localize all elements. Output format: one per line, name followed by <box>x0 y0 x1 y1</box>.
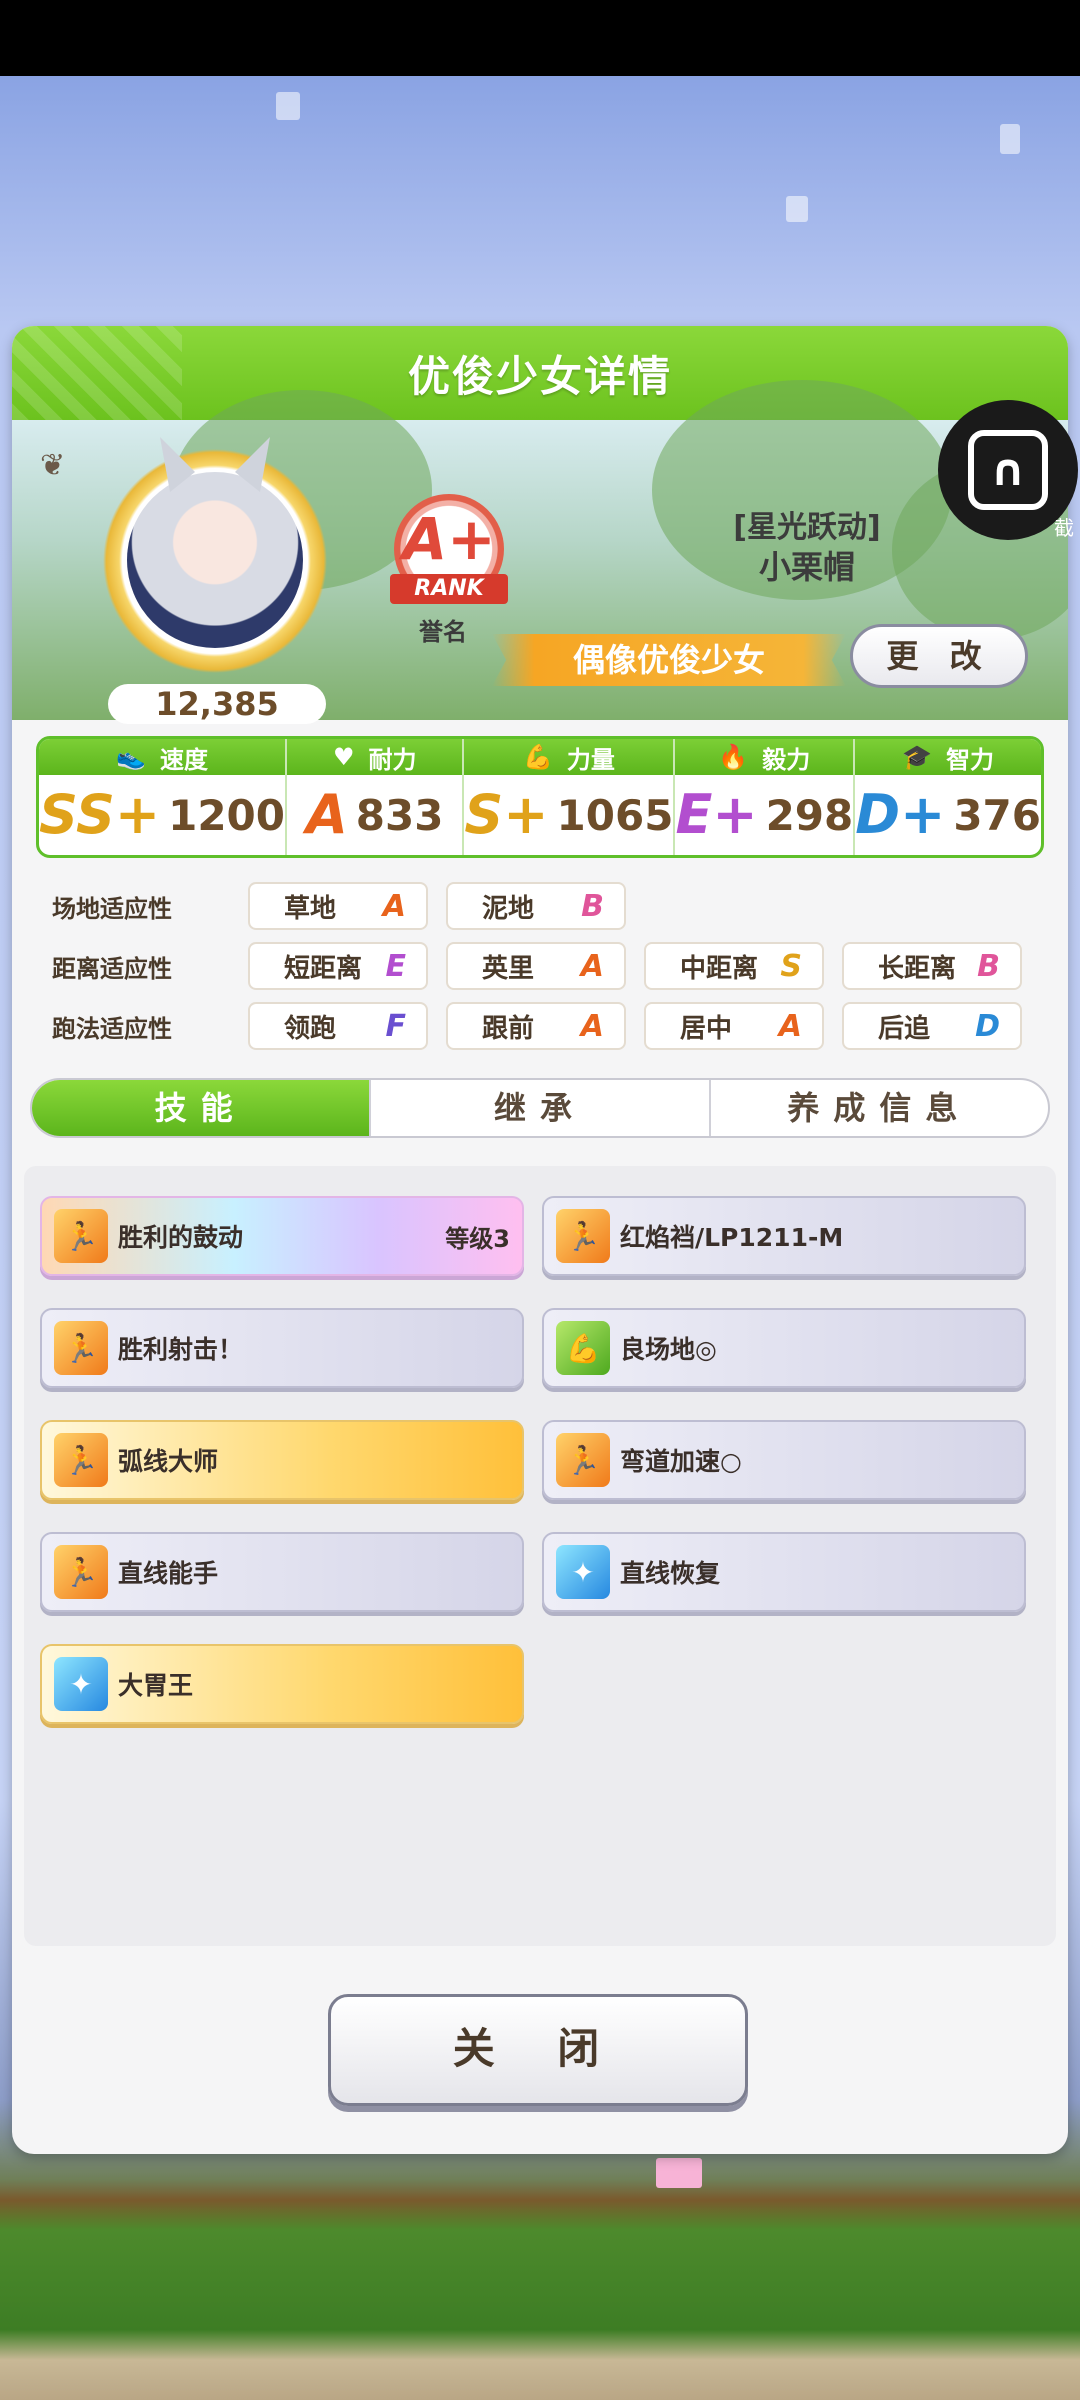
aptitude-cell: 泥地 B <box>446 882 626 930</box>
stat-grade: D+ <box>855 783 946 846</box>
skill-item[interactable]: 🏃 弯道加速○ <box>542 1420 1026 1500</box>
aptitude-label: 场地适应性 <box>52 894 172 923</box>
skill-name: 弧线大师 <box>118 1447 219 1476</box>
panel-title: 优俊少女详情 <box>407 351 672 401</box>
score-value: 12,385 <box>108 684 326 724</box>
change-button[interactable]: 更 改 <box>850 624 1028 688</box>
character-name: 小栗帽 <box>758 548 855 586</box>
stat-guts: 🔥 毅力 E+ 298 <box>675 739 856 855</box>
skill-item[interactable]: 🏃 胜利射击！ <box>40 1308 524 1388</box>
aptitude-cell: 草地 A <box>248 882 428 930</box>
tab-inheritance[interactable]: 继承 <box>369 1080 708 1136</box>
stat-grade: E+ <box>675 783 758 846</box>
stat-label: 力量 <box>566 745 615 774</box>
muscle-icon: 💪 <box>556 1321 610 1375</box>
panel-title-bar: 优俊少女详情 <box>12 326 1068 420</box>
skill-name: 胜利的鼓动 <box>118 1223 244 1252</box>
sparkle-icon: ✦ <box>556 1545 610 1599</box>
horseshoe-icon: ∩ <box>968 430 1048 510</box>
overlay-label: 截 <box>1054 516 1074 540</box>
stat-grade: S+ <box>464 783 549 846</box>
skill-name: 良场地◎ <box>620 1335 717 1364</box>
tab-skills[interactable]: 技能 <box>32 1080 370 1136</box>
stat-value: 376 <box>953 790 1041 840</box>
character-hero-section: ❦ 12,385 A+ RANK 誉名 [星光跃动] 小栗帽 偶像优俊少女 更 … <box>12 380 1068 724</box>
stat-speed: 👟 速度 SS+ 1200 <box>39 739 288 855</box>
stat-grade: A <box>305 783 348 846</box>
sparkle-decoration <box>1000 124 1020 154</box>
rank-badge: A+ RANK <box>390 494 508 604</box>
tab-training-info[interactable]: 养成信息 <box>708 1080 1048 1136</box>
runner-icon: 🏃 <box>54 1209 108 1263</box>
close-button[interactable]: 关 闭 <box>328 1994 748 2106</box>
skill-name: 胜利射击！ <box>118 1335 244 1364</box>
aptitude-cell: 后追 D <box>842 1002 1022 1050</box>
stat-value: 298 <box>765 790 854 840</box>
aptitude-cell: 中距离 S <box>644 942 824 990</box>
stat-label: 智力 <box>946 745 995 774</box>
sparkle-decoration <box>786 196 808 222</box>
aptitude-label: 距离适应性 <box>52 954 172 983</box>
skill-item[interactable]: 🏃 胜利的鼓动 等级3 <box>40 1196 524 1276</box>
character-epithet: [星光跃动] <box>733 510 881 545</box>
avatar[interactable] <box>127 472 303 648</box>
runner-icon: 🏃 <box>54 1321 108 1375</box>
runner-icon: 🏃 <box>54 1433 108 1487</box>
stat-value: 1065 <box>556 790 674 840</box>
sparkle-decoration <box>656 2158 702 2188</box>
skill-item[interactable]: 🏃 红焰裆/LP1211-M <box>542 1196 1026 1276</box>
carrot-icon: ❦ <box>40 448 66 483</box>
aptitude-cell: 英里 A <box>446 942 626 990</box>
runner-icon: 🏃 <box>556 1209 610 1263</box>
stat-power: 💪 力量 S+ 1065 <box>464 739 676 855</box>
rank-ribbon: RANK <box>390 574 508 604</box>
aptitude-cell: 长距离 B <box>842 942 1022 990</box>
aptitude-row-style: 跑法适应性 领跑 F 跟前 A 居中 A 后追 D <box>52 1001 1052 1051</box>
aptitude-label: 跑法适应性 <box>52 1014 172 1043</box>
aptitude-row-distance: 距离适应性 短距离 E 英里 A 中距离 S 长距离 B <box>52 941 1052 991</box>
skill-item[interactable]: 🏃 弧线大师 <box>40 1420 524 1500</box>
flame-icon: 🔥 <box>718 743 749 771</box>
skill-item[interactable]: ✦ 大胃王 <box>40 1644 524 1724</box>
runner-icon: 🏃 <box>556 1433 610 1487</box>
aptitude-cell: 居中 A <box>644 1002 824 1050</box>
shoe-icon: 👟 <box>116 743 146 771</box>
stat-value: 1200 <box>168 790 286 840</box>
stat-stamina: ♥ 耐力 A 833 <box>287 739 465 855</box>
skill-item[interactable]: 💪 良场地◎ <box>542 1308 1026 1388</box>
runner-icon: 🏃 <box>54 1545 108 1599</box>
stat-label: 耐力 <box>368 745 417 774</box>
aptitude-cell: 短距离 E <box>248 942 428 990</box>
stats-table: 👟 速度 SS+ 1200 ♥ 耐力 A 833 💪 力量 S+ 1065 🔥 毅力 E+ 29… <box>36 736 1044 858</box>
title-badge: 偶像优俊少女 <box>492 634 846 686</box>
honor-label: 誉名 <box>419 618 467 646</box>
stat-value: 833 <box>355 790 444 840</box>
aptitude-cell: 跟前 A <box>446 1002 626 1050</box>
muscle-icon: 💪 <box>522 743 553 771</box>
skill-name: 弯道加速○ <box>620 1447 742 1476</box>
skill-name: 直线恢复 <box>620 1559 721 1588</box>
skill-name: 大胃王 <box>118 1671 194 1700</box>
heart-icon: ♥ <box>332 743 355 771</box>
rank-letter: A+ <box>402 505 496 573</box>
horse-ears-icon <box>160 437 270 492</box>
aptitude-row-track: 场地适应性 草地 A 泥地 B <box>52 881 1052 931</box>
stat-label: 毅力 <box>762 745 811 774</box>
aptitude-cell: 领跑 F <box>248 1002 428 1050</box>
character-detail-panel: 优俊少女详情 ❦ 12,385 A+ RANK 誉名 [星光跃动] 小栗帽 偶像… <box>12 326 1068 2154</box>
skill-level: 等级3 <box>445 1224 510 1253</box>
graduation-cap-icon: 🎓 <box>902 743 933 771</box>
skill-name: 直线能手 <box>118 1559 219 1588</box>
sparkle-decoration <box>276 92 300 120</box>
stat-wisdom: 🎓 智力 D+ 376 <box>855 739 1041 855</box>
skill-item[interactable]: 🏃 直线能手 <box>40 1532 524 1612</box>
stat-label: 速度 <box>159 745 208 774</box>
skill-list: 🏃 胜利的鼓动 等级3 🏃 红焰裆/LP1211-M 🏃 胜利射击！ 💪 良场地… <box>24 1166 1056 1946</box>
skill-item[interactable]: ✦ 直线恢复 <box>542 1532 1026 1612</box>
sparkle-icon: ✦ <box>54 1657 108 1711</box>
skill-name: 红焰裆/LP1211-M <box>620 1223 844 1252</box>
detail-tabs: 技能 继承 养成信息 <box>30 1078 1050 1138</box>
stat-grade: SS+ <box>39 783 161 846</box>
